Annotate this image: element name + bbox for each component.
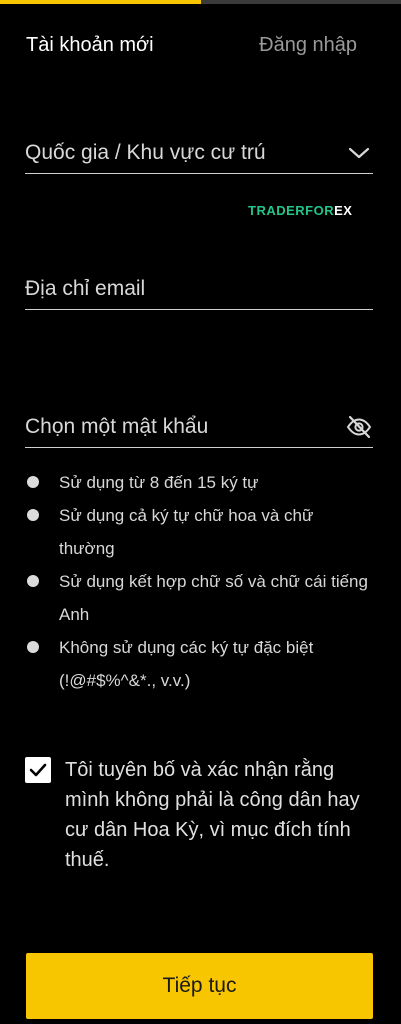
signup-progress-bar <box>0 0 401 4</box>
password-field-label: Chọn một mật khẩu <box>25 415 209 438</box>
password-rule: Không sử dụng các ký tự đặc biệt (!@#$%^… <box>26 631 371 697</box>
watermark-part1: TRADERFOR <box>248 203 335 218</box>
password-rule-text: Sử dụng kết hợp chữ số và chữ cái tiếng … <box>59 572 368 624</box>
watermark-part2: EX <box>334 203 353 218</box>
bullet-icon <box>27 509 39 521</box>
password-rule: Sử dụng từ 8 đến 15 ký tự <box>26 466 371 499</box>
email-field[interactable]: Địa chỉ email <box>25 270 373 310</box>
password-field[interactable]: Chọn một mật khẩu <box>25 408 373 448</box>
bullet-icon <box>27 476 39 488</box>
progress-fill <box>0 0 201 4</box>
account-tabs: Tài khoản mới Đăng nhập <box>26 34 357 62</box>
declaration-text: Tôi tuyên bố và xác nhận rằng mình không… <box>65 759 360 871</box>
continue-button[interactable]: Tiếp tục <box>26 953 373 1019</box>
bullet-icon <box>27 641 39 653</box>
tab-login[interactable]: Đăng nhập <box>259 34 357 57</box>
password-rules-list: Sử dụng từ 8 đến 15 ký tự Sử dụng cả ký … <box>26 466 371 697</box>
watermark-logo: TRADERFOREX <box>248 203 352 218</box>
password-rule: Sử dụng cả ký tự chữ hoa và chữ thường <box>26 499 371 565</box>
declaration-checkbox[interactable] <box>25 757 51 783</box>
password-rule-text: Sử dụng từ 8 đến 15 ký tự <box>59 473 259 492</box>
email-field-label: Địa chỉ email <box>25 277 146 300</box>
tab-new-account[interactable]: Tài khoản mới <box>26 34 154 57</box>
country-select-label: Quốc gia / Khu vực cư trú <box>25 141 266 164</box>
eye-off-icon[interactable] <box>345 413 373 441</box>
check-icon <box>29 763 47 777</box>
country-select[interactable]: Quốc gia / Khu vực cư trú <box>25 134 373 174</box>
password-rule-text: Sử dụng cả ký tự chữ hoa và chữ thường <box>59 506 314 558</box>
bullet-icon <box>27 575 39 587</box>
password-rule-text: Không sử dụng các ký tự đặc biệt (!@#$%^… <box>59 638 314 690</box>
password-rule: Sử dụng kết hợp chữ số và chữ cái tiếng … <box>26 565 371 631</box>
chevron-down-icon <box>345 139 373 167</box>
